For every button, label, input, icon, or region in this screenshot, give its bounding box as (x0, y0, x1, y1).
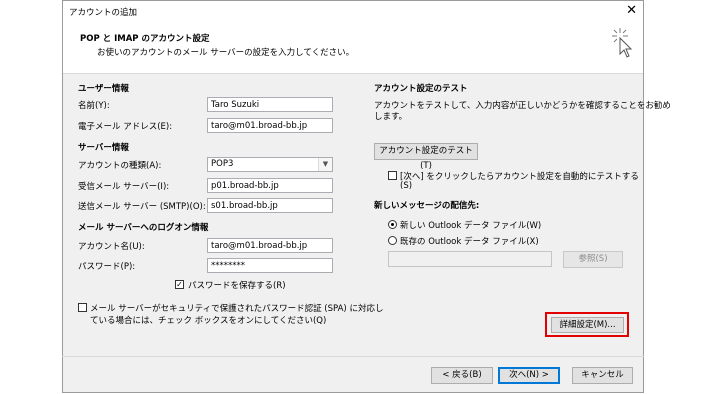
more-settings-button[interactable]: 詳細設定(M)... (551, 317, 624, 333)
data-file-path-field[interactable] (388, 251, 552, 267)
close-icon[interactable]: ✕ (626, 3, 637, 19)
test-description-line1: アカウントをテストして、入力内容が正しいかどうかを確認することをお勧め (374, 101, 671, 111)
wizard-cursor-icon (612, 28, 633, 58)
spa-label-line2[interactable]: ている場合には、チェック ボックスをオンにしてください(Q) (90, 314, 326, 326)
password-field[interactable] (207, 258, 333, 273)
test-heading: アカウント設定のテスト (374, 84, 468, 94)
cancel-button[interactable]: キャンセル (572, 367, 633, 384)
header-title: POP と IMAP のアカウント設定 (80, 34, 210, 44)
chevron-down-icon[interactable]: ▼ (318, 158, 332, 171)
server-info-heading: サーバー情報 (78, 143, 129, 153)
remember-password-label[interactable]: パスワードを保存する(R) (188, 279, 286, 291)
password-label: パスワード(P): (78, 262, 136, 272)
auto-test-checkbox[interactable] (388, 171, 397, 180)
account-type-select[interactable]: POP3 ▼ (207, 157, 333, 172)
remember-password-checkbox[interactable]: ✓ (175, 280, 184, 289)
logon-info-heading: メール サーバーへのログオン情報 (78, 223, 209, 233)
incoming-server-field[interactable] (207, 178, 333, 193)
spa-checkbox[interactable] (78, 303, 87, 312)
account-name-label: アカウント名(U): (78, 242, 145, 252)
test-account-button[interactable]: アカウント設定のテスト(T) (374, 143, 478, 171)
user-info-heading: ユーザー情報 (78, 84, 129, 94)
existing-data-file-label[interactable]: 既存の Outlook データ ファイル(X) (400, 235, 539, 247)
window-title: アカウントの追加 (69, 8, 138, 18)
dialog-header: POP と IMAP のアカウント設定 お使いのアカウントのメール サーバーの設… (63, 23, 643, 74)
title-bar: アカウントの追加 ✕ (63, 1, 643, 23)
name-label: 名前(Y): (78, 101, 110, 111)
incoming-server-label: 受信メール サーバー(I): (78, 182, 170, 192)
new-data-file-label[interactable]: 新しい Outlook データ ファイル(W) (400, 219, 541, 231)
account-name-field[interactable] (207, 238, 333, 253)
account-type-label: アカウントの種類(A): (78, 161, 162, 171)
test-description-line2: します。 (374, 112, 408, 122)
browse-button[interactable]: 参照(S) (563, 251, 623, 268)
new-data-file-radio[interactable] (388, 220, 397, 229)
header-description: お使いのアカウントのメール サーバーの設定を入力してください。 (97, 48, 355, 58)
outgoing-server-label: 送信メール サーバー (SMTP)(O): (78, 202, 206, 212)
email-label: 電子メール アドレス(E): (78, 122, 173, 132)
delivery-heading: 新しいメッセージの配信先: (374, 201, 480, 211)
email-field[interactable] (207, 118, 333, 133)
name-field[interactable] (207, 97, 333, 112)
next-button[interactable]: 次へ(N) > (498, 367, 560, 384)
outgoing-server-field[interactable] (207, 198, 333, 213)
auto-test-label-line1[interactable]: [次へ] をクリックしたらアカウント設定を自動的にテストする (400, 170, 639, 182)
existing-data-file-radio[interactable] (388, 236, 397, 245)
footer-divider (62, 356, 644, 357)
account-type-value: POP3 (211, 159, 234, 169)
spa-label-line1[interactable]: メール サーバーがセキュリティで保護されたパスワード認証 (SPA) に対応し (90, 302, 383, 314)
auto-test-label-line2[interactable]: (S) (400, 181, 412, 191)
back-button[interactable]: < 戻る(B) (431, 367, 493, 384)
